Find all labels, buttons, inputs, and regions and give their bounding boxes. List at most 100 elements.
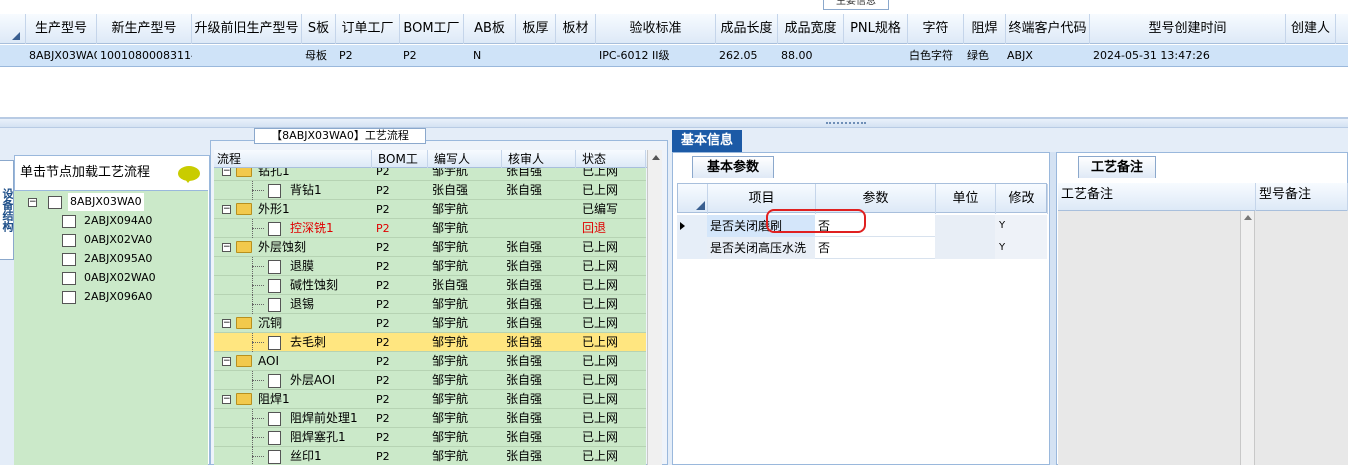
tab-process-remarks[interactable]: 工艺备注	[1078, 156, 1156, 178]
file-icon	[62, 215, 76, 228]
cell: 2024-05-31 13:47:26	[1093, 49, 1210, 62]
horizontal-splitter[interactable]	[0, 118, 1348, 128]
process-row[interactable]: − 外层蚀刻 P2 邹宇航 张自强 已上网	[214, 238, 646, 257]
col-header[interactable]: S板	[302, 14, 336, 44]
file-icon	[62, 253, 76, 266]
process-writer: 邹宇航	[432, 449, 469, 463]
process-writer: 邹宇航	[432, 392, 469, 406]
process-writer: 邹宇航	[432, 297, 469, 311]
process-name: 阻焊塞孔1	[290, 430, 346, 444]
file-icon	[62, 234, 76, 247]
process-bom: P2	[376, 374, 390, 387]
col-header[interactable]: 终端客户代码	[1006, 14, 1090, 44]
process-bom: P2	[376, 355, 390, 368]
cell: 绿色	[967, 49, 989, 62]
process-writer: 邹宇航	[432, 240, 469, 254]
process-writer: 邹宇航	[432, 316, 469, 330]
process-row[interactable]: − 外形1 P2 邹宇航 已编写	[214, 200, 646, 219]
process-row[interactable]: − 钻孔1 P2 邹宇航 张自强 已上网	[214, 168, 646, 181]
col-header[interactable]: 订单工厂	[336, 14, 400, 44]
splitter-grip-icon[interactable]	[826, 122, 866, 125]
col-header[interactable]: AB板	[464, 14, 516, 44]
col-header[interactable]: 验收标准	[596, 14, 716, 44]
table-row[interactable]: 8ABJX03WA0 10010800083114 母板 P2 P2 N IPC…	[0, 45, 1348, 67]
grid-corner[interactable]	[678, 184, 708, 214]
process-row[interactable]: 丝印1 P2 邹宇航 张自强 已上网	[214, 447, 646, 465]
col-header[interactable]: 单位	[936, 184, 996, 214]
remarks-scrollbar[interactable]	[1240, 211, 1255, 465]
cell: 262.05	[719, 49, 758, 62]
col-header[interactable]: 板材	[556, 14, 596, 44]
col-header[interactable]: 工艺备注	[1058, 183, 1256, 211]
process-row[interactable]: 背钻1 P2 张自强 张自强 已上网	[214, 181, 646, 200]
model-grid-header: 生产型号 新生产型号 升级前旧生产型号 S板 订单工厂 BOM工厂 AB板 板厚…	[0, 14, 1348, 44]
process-name: 碱性蚀刻	[290, 278, 339, 292]
process-row[interactable]: 阻焊塞孔1 P2 邹宇航 张自强 已上网	[214, 428, 646, 447]
col-header[interactable]: 修改	[996, 184, 1048, 214]
collapse-icon[interactable]: −	[222, 168, 231, 176]
process-reviewer: 张自强	[506, 259, 543, 273]
col-header[interactable]: 生产型号	[26, 14, 97, 44]
collapse-icon[interactable]: −	[222, 319, 231, 328]
process-row[interactable]: 退锡 P2 邹宇航 张自强 已上网	[214, 295, 646, 314]
col-header[interactable]: BOM工厂	[372, 150, 428, 184]
col-header[interactable]: BOM工厂	[400, 14, 464, 44]
process-row[interactable]: − 阻焊1 P2 邹宇航 张自强 已上网	[214, 390, 646, 409]
process-name: 外层蚀刻	[258, 240, 307, 254]
remarks-content[interactable]	[1058, 211, 1348, 465]
process-reviewer: 张自强	[506, 168, 543, 178]
collapse-icon[interactable]: −	[222, 205, 231, 214]
process-name: 外形1	[258, 202, 290, 216]
cell: N	[473, 49, 482, 62]
side-tab-structure[interactable]: 设备结构	[0, 160, 14, 260]
col-header[interactable]: 新生产型号	[97, 14, 192, 44]
col-header[interactable]: 状态	[576, 150, 646, 168]
col-header[interactable]: 阻焊	[964, 14, 1006, 44]
process-reviewer: 张自强	[506, 430, 543, 444]
process-row[interactable]: − 沉铜 P2 邹宇航 张自强 已上网	[214, 314, 646, 333]
collapse-icon[interactable]: −	[28, 198, 37, 207]
grid-corner[interactable]	[0, 14, 26, 44]
col-header[interactable]: 型号创建时间	[1090, 14, 1286, 44]
process-name: 外层AOI	[290, 373, 335, 387]
col-header[interactable]: PNL规格	[844, 14, 908, 44]
param-value-field[interactable]: 否	[815, 237, 935, 259]
col-header[interactable]: 核审人	[502, 150, 576, 168]
process-row[interactable]: 退膜 P2 邹宇航 张自强 已上网	[214, 257, 646, 276]
process-status: 已上网	[582, 278, 619, 292]
col-header[interactable]: 成品长度	[716, 14, 778, 44]
process-scrollbar[interactable]	[647, 150, 662, 465]
col-header[interactable]: 编写人	[428, 150, 502, 168]
process-row[interactable]: 控深铣1 P2 邹宇航 回退	[214, 219, 646, 238]
col-header[interactable]: 创建人	[1286, 14, 1336, 44]
collapse-icon[interactable]: −	[222, 395, 231, 404]
process-row[interactable]: 阻焊前处理1 P2 邹宇航 张自强 已上网	[214, 409, 646, 428]
tab-basic-params[interactable]: 基本参数	[692, 156, 774, 178]
col-header[interactable]: 流程	[214, 150, 372, 168]
file-icon	[268, 431, 281, 445]
tree-node-label: 8ABJX03WA0	[68, 193, 144, 211]
file-icon	[268, 260, 281, 274]
collapse-icon[interactable]: −	[222, 357, 231, 366]
process-bom: P2	[376, 336, 390, 349]
process-row[interactable]: 外层AOI P2 邹宇航 张自强 已上网	[214, 371, 646, 390]
col-header[interactable]: 字符	[908, 14, 964, 44]
col-header[interactable]: 型号备注	[1256, 183, 1348, 211]
tab-basic-info[interactable]: 基本信息	[672, 130, 742, 152]
col-header[interactable]: 板厚	[516, 14, 556, 44]
process-bom: P2	[376, 431, 390, 444]
process-name: 沉铜	[258, 316, 283, 330]
col-header[interactable]: 成品宽度	[778, 14, 844, 44]
cell: P2	[339, 49, 353, 62]
process-row[interactable]: 碱性蚀刻 P2 张自强 张自强 已上网	[214, 276, 646, 295]
process-reviewer: 张自强	[506, 392, 543, 406]
process-bom: P2	[376, 298, 390, 311]
process-flow-title: 【8ABJX03WA0】工艺流程	[254, 128, 426, 144]
process-status: 已上网	[582, 392, 619, 406]
col-header[interactable]: 升级前旧生产型号	[192, 14, 302, 44]
process-row[interactable]: − AOI P2 邹宇航 张自强 已上网	[214, 352, 646, 371]
process-reviewer: 张自强	[506, 335, 543, 349]
collapse-icon[interactable]: −	[222, 243, 231, 252]
table-row[interactable]: 是否关闭高压水洗 否 Y	[677, 237, 1047, 259]
process-row[interactable]: 去毛刺 P2 邹宇航 张自强 已上网	[214, 333, 646, 352]
